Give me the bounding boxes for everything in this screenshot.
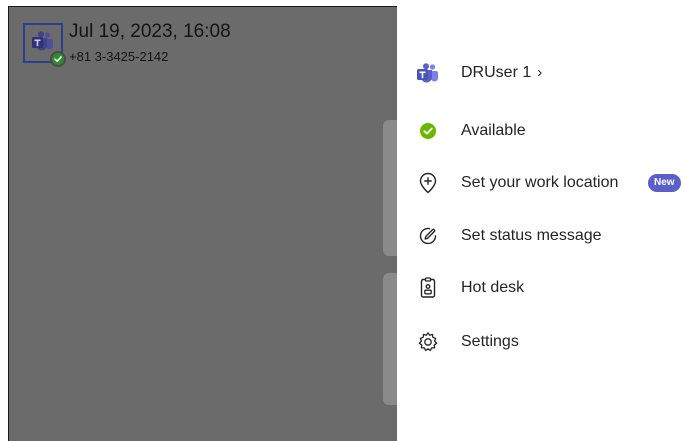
teams-logo-icon bbox=[417, 62, 439, 84]
menu-item-work-location[interactable]: Set your work location New bbox=[397, 163, 685, 203]
new-badge: New bbox=[648, 174, 681, 192]
menu-item-status-message[interactable]: Set status message bbox=[397, 216, 685, 256]
chevron-right-icon: › bbox=[537, 64, 543, 81]
avatar[interactable] bbox=[23, 23, 66, 67]
menu-item-available[interactable]: Available bbox=[397, 111, 685, 151]
menu-item-label: Available bbox=[461, 122, 526, 139]
hot-desk-icon bbox=[417, 277, 439, 299]
phone-number: +81 3-3425-2142 bbox=[69, 49, 169, 64]
menu-item-settings[interactable]: Settings bbox=[397, 322, 685, 362]
menu-item-label: Hot desk bbox=[461, 279, 525, 296]
call-datetime: Jul 19, 2023, 16:08 bbox=[69, 21, 231, 42]
menu-item-hot-desk[interactable]: Hot desk bbox=[397, 268, 685, 308]
teams-logo-icon bbox=[32, 30, 54, 56]
menu-item-label: Set your work location bbox=[461, 174, 619, 191]
user-profile-item[interactable]: DRUser 1 › bbox=[397, 53, 685, 93]
available-check-icon bbox=[417, 120, 439, 142]
menu-item-label: Settings bbox=[461, 333, 519, 350]
location-plus-icon bbox=[417, 172, 439, 194]
menu-item-label: Set status message bbox=[461, 227, 602, 244]
account-menu-panel: DRUser 1 › Available Set your work locati… bbox=[397, 6, 685, 441]
gear-icon bbox=[417, 331, 439, 353]
available-check-icon bbox=[50, 51, 66, 67]
user-name: DRUser 1 bbox=[461, 64, 532, 81]
call-header: Jul 19, 2023, 16:08 +81 3-3425-2142 bbox=[23, 21, 231, 67]
pencil-circle-icon bbox=[417, 225, 439, 247]
